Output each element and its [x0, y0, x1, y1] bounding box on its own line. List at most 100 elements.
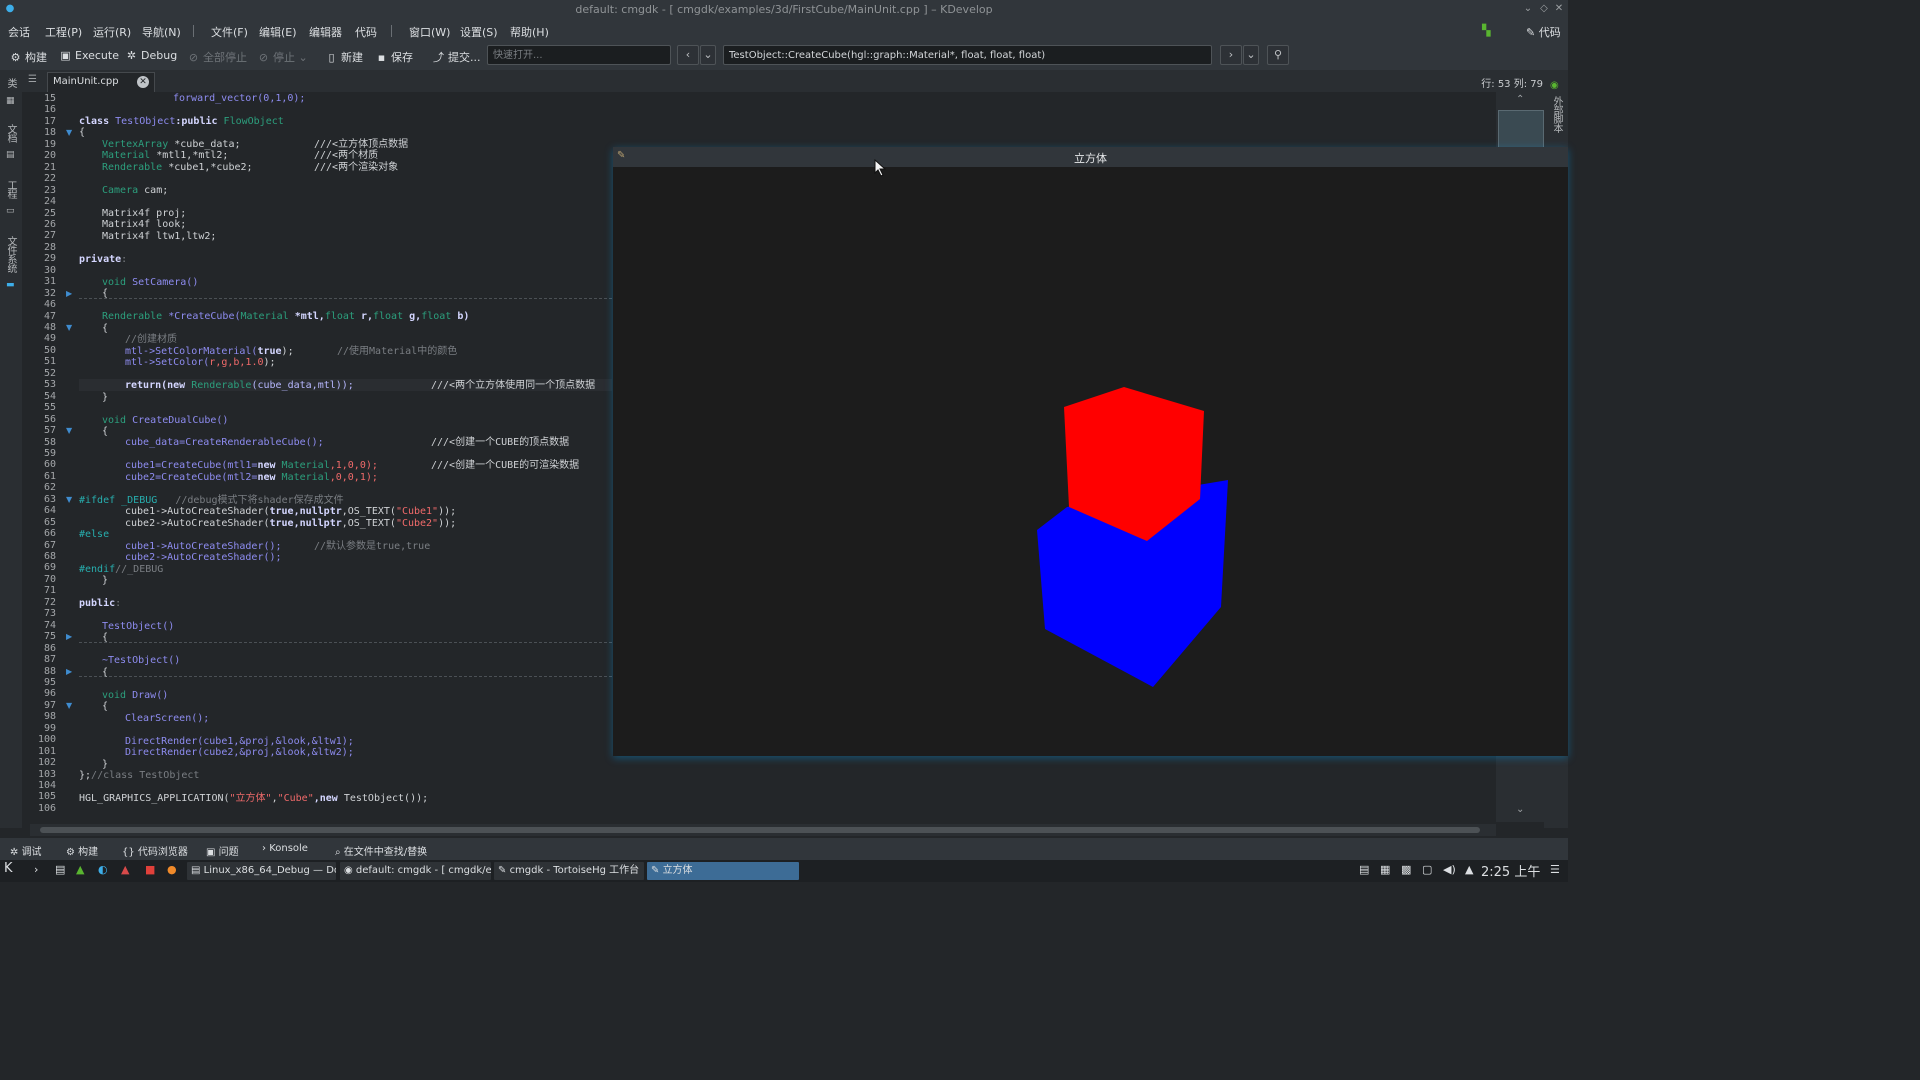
back-button[interactable]: ‹: [677, 45, 699, 65]
save-icon: ▪: [377, 51, 386, 64]
code-area[interactable]: forward_vector(0,1,0); class TestObject:…: [79, 92, 612, 822]
menu-help[interactable]: 帮助(H): [510, 24, 549, 40]
line-number: 29: [43, 253, 56, 265]
menu-edit[interactable]: 编辑(E): [259, 24, 297, 40]
line-number: 53: [43, 379, 56, 391]
menu-editor[interactable]: 编辑器: [309, 24, 342, 40]
code-line: Camera cam;: [102, 185, 169, 196]
new-button[interactable]: ▯ 新建: [326, 49, 363, 65]
code-line: cube1->AutoCreateShader(true,nullptr,OS_…: [125, 506, 457, 517]
line-number: 56: [43, 413, 56, 425]
search-icon: ⌕: [335, 847, 344, 858]
launcher-files-icon[interactable]: ▤: [55, 863, 65, 876]
kdevelop-icon: ◉: [344, 865, 356, 876]
menu-code[interactable]: 代码: [355, 24, 377, 40]
minimize-icon[interactable]: ⌄: [1522, 3, 1534, 15]
stop-button[interactable]: ⊘ 停止 ⌄: [258, 49, 308, 65]
line-number: 67: [43, 539, 56, 551]
tool-tab-build[interactable]: ⚙ 构建: [66, 843, 98, 858]
task-linux-debug[interactable]: ▤ Linux_x86_64_Debug — Do: [187, 862, 336, 880]
close-window-icon[interactable]: ✕: [1553, 3, 1565, 15]
forward-button[interactable]: ›: [1220, 45, 1242, 65]
code-line: {: [79, 127, 86, 138]
fold-expanded-icon[interactable]: ▼: [66, 700, 74, 712]
menu-file[interactable]: 文件(F): [211, 24, 248, 40]
code-line: VertexArray *cube_data;: [102, 139, 241, 150]
tray-expand-icon[interactable]: ▲: [1465, 863, 1473, 876]
tool-tab-find-replace[interactable]: ⌕ 在文件中查找/替换: [335, 843, 427, 858]
maximize-icon[interactable]: ◇: [1538, 3, 1550, 15]
build-button[interactable]: ⚙ 构建: [10, 49, 47, 65]
save-button[interactable]: ▪ 保存: [376, 49, 413, 65]
launcher-browser-icon[interactable]: ●: [167, 863, 177, 876]
line-number: 15: [43, 93, 56, 104]
dock-tab-classes[interactable]: 类: [4, 78, 18, 87]
tab-mainunit-cpp[interactable]: MainUnit.cpp ✕: [47, 72, 155, 92]
horizontal-scrollbar[interactable]: [30, 824, 1496, 836]
tab-list-icon[interactable]: ☰: [28, 74, 37, 85]
clipboard-icon[interactable]: ▤: [1359, 863, 1369, 876]
gear-icon: ⚙: [10, 51, 21, 64]
fold-expanded-icon[interactable]: ▼: [66, 425, 74, 437]
close-tab-icon[interactable]: ✕: [137, 76, 149, 88]
tool-tab-konsole[interactable]: › Konsole: [262, 843, 308, 854]
keyboard-icon[interactable]: ▩: [1401, 863, 1411, 876]
input-method-icon[interactable]: ▦: [1380, 863, 1390, 876]
launcher-image-icon[interactable]: ▲: [76, 863, 84, 876]
menu-session[interactable]: 会话: [8, 24, 30, 40]
fold-collapsed-icon[interactable]: ▶: [66, 288, 74, 300]
code-line: #else: [79, 529, 110, 540]
folded-region-marker: [79, 298, 612, 299]
code-line: ~TestObject(): [102, 655, 181, 666]
kde-menu-icon[interactable]: K: [4, 861, 13, 876]
forward-history-dropdown[interactable]: ⌄: [1243, 45, 1259, 65]
dock-tab-external-scripts[interactable]: 外部脚本: [1550, 96, 1564, 132]
code-comment: ///<两个材质: [314, 150, 379, 161]
code-area-button[interactable]: ✎ 代码: [1526, 24, 1561, 40]
code-line: cube2->AutoCreateShader();: [125, 552, 282, 563]
quick-open-input[interactable]: 快速打开...: [487, 45, 671, 65]
back-history-dropdown[interactable]: ⌄: [700, 45, 716, 65]
render-canvas[interactable]: [613, 167, 1568, 756]
clock[interactable]: 2:25 上午: [1481, 861, 1540, 880]
panel-menu-icon[interactable]: ☰: [1550, 863, 1560, 876]
fold-expanded-icon[interactable]: ▼: [66, 322, 74, 334]
menu-project[interactable]: 工程(P): [45, 24, 82, 40]
launcher-terminal-icon[interactable]: ›: [34, 863, 38, 876]
volume-icon[interactable]: ◀): [1443, 863, 1456, 876]
tool-tab-problems[interactable]: ▣ 问题: [206, 843, 239, 858]
launcher-app-icon[interactable]: ▲: [121, 863, 129, 876]
fold-expanded-icon[interactable]: ▼: [66, 494, 74, 506]
cube-window-titlebar[interactable]: ✎ 立方体: [613, 147, 1568, 167]
commit-button[interactable]: ⤴ 提交...: [433, 49, 481, 65]
task-kdevelop[interactable]: ◉ default: cmgdk - [ cmgdk/ex: [340, 862, 491, 880]
menu-navigation[interactable]: 导航(N): [142, 24, 181, 40]
stop-all-button[interactable]: ⊘ 全部停止: [188, 49, 247, 65]
scrollbar-thumb[interactable]: [40, 827, 1480, 833]
notes-icon[interactable]: ▢: [1422, 863, 1432, 876]
cube-app-window[interactable]: ✎ 立方体: [613, 147, 1568, 756]
fold-expanded-icon[interactable]: ▼: [66, 127, 74, 139]
task-cube-window[interactable]: ✎ 立方体: [647, 862, 799, 880]
tool-tab-debug[interactable]: ✲ 调试: [10, 843, 42, 858]
code-line: };//class TestObject: [79, 770, 200, 781]
minimap-viewport[interactable]: [1498, 110, 1544, 148]
launcher-app-icon[interactable]: ◐: [98, 863, 108, 876]
tool-tab-code-browser[interactable]: {} 代码浏览器: [122, 843, 188, 858]
chevron-up-icon[interactable]: ⌃: [1516, 94, 1524, 105]
fold-collapsed-icon[interactable]: ▶: [66, 631, 74, 643]
menu-run[interactable]: 运行(R): [93, 24, 131, 40]
code-line: }: [102, 392, 109, 403]
fold-collapsed-icon[interactable]: ▶: [66, 666, 74, 678]
launcher-app-icon[interactable]: ■: [145, 863, 155, 876]
debug-button[interactable]: ✲ Debug: [126, 49, 177, 62]
outline-button[interactable]: ⚲: [1267, 45, 1289, 65]
area-switch-icon[interactable]: ▚: [1482, 24, 1490, 37]
context-browser-field[interactable]: TestObject::CreateCube(hgl::graph::Mater…: [723, 45, 1212, 65]
menu-window[interactable]: 窗口(W): [409, 24, 450, 40]
task-tortoisehg[interactable]: ✎ cmgdk - TortoiseHg 工作台: [494, 862, 644, 880]
chevron-down-icon[interactable]: ⌄: [1516, 804, 1524, 815]
code-line: cube1=CreateCube(mtl1=new Material,1,0,0…: [125, 460, 378, 471]
execute-button[interactable]: ▣ Execute: [60, 49, 119, 62]
menu-settings[interactable]: 设置(S): [460, 24, 498, 40]
